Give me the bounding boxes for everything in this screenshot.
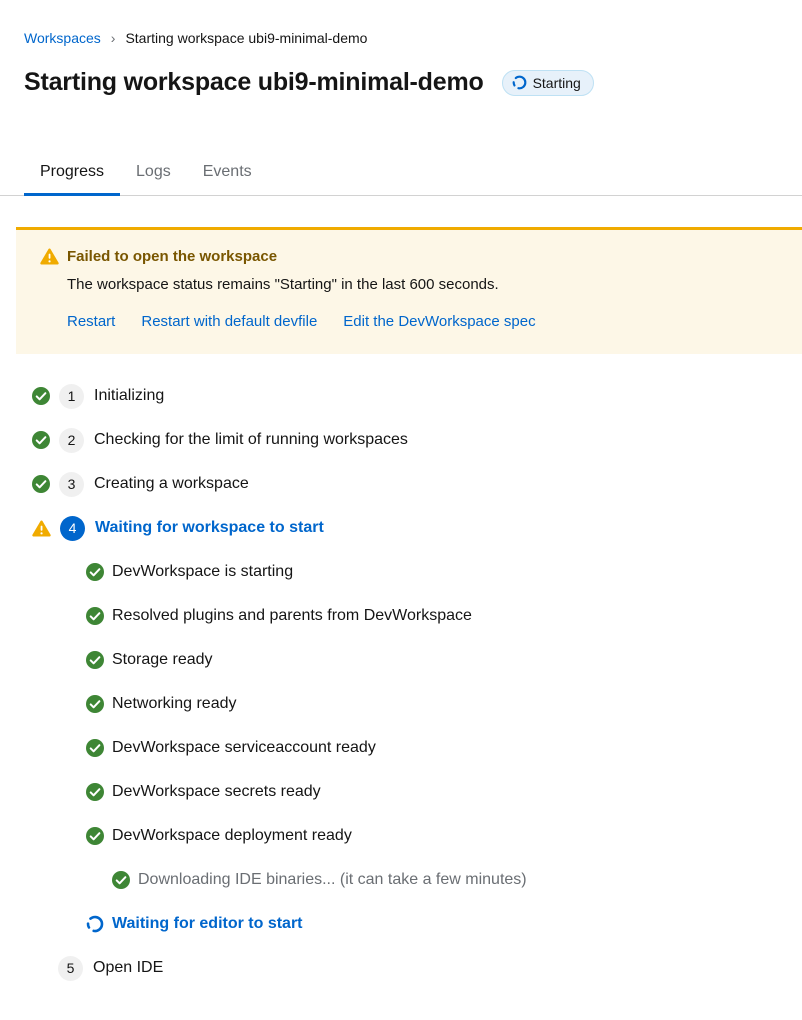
step-label: DevWorkspace serviceaccount ready xyxy=(112,739,376,757)
check-circle-icon xyxy=(86,827,104,845)
step-label: Initializing xyxy=(94,387,164,405)
progress-substep-serviceaccount-ready: DevWorkspace serviceaccount ready xyxy=(0,726,802,770)
tab-progress[interactable]: Progress xyxy=(24,153,120,195)
step-label: DevWorkspace secrets ready xyxy=(112,783,321,801)
step-number-badge: 2 xyxy=(59,428,84,453)
alert-description: The workspace status remains "Starting" … xyxy=(67,276,778,293)
check-circle-icon xyxy=(86,783,104,801)
restart-default-devfile-link[interactable]: Restart with default devfile xyxy=(141,313,317,330)
in-progress-icon xyxy=(512,75,527,90)
check-circle-icon xyxy=(86,739,104,757)
step-label: Networking ready xyxy=(112,695,237,713)
step-label: Downloading IDE binaries... (it can take… xyxy=(138,871,527,889)
check-circle-icon xyxy=(86,563,104,581)
progress-step-list: 1 Initializing 2 Checking for the limit … xyxy=(0,374,802,990)
edit-devworkspace-spec-link[interactable]: Edit the DevWorkspace spec xyxy=(343,313,535,330)
progress-substep-devworkspace-starting: DevWorkspace is starting xyxy=(0,550,802,594)
step-number-badge: 5 xyxy=(58,956,83,981)
step-label: Waiting for workspace to start xyxy=(95,519,324,537)
alert-title: Failed to open the workspace xyxy=(67,248,277,265)
check-circle-icon xyxy=(112,871,130,889)
progress-substep-waiting-editor-start: Waiting for editor to start xyxy=(0,902,802,946)
progress-substep-resolved-plugins: Resolved plugins and parents from DevWor… xyxy=(0,594,802,638)
step-number-badge: 1 xyxy=(59,384,84,409)
step-number-badge: 3 xyxy=(59,472,84,497)
tab-logs[interactable]: Logs xyxy=(120,153,187,195)
breadcrumb: Workspaces › Starting workspace ubi9-min… xyxy=(0,0,802,46)
step-label: Waiting for editor to start xyxy=(112,915,303,933)
tab-bar: Progress Logs Events xyxy=(0,153,802,196)
status-badge: Starting xyxy=(502,70,594,96)
page-header: Starting workspace ubi9-minimal-demo Sta… xyxy=(24,68,778,97)
status-badge-label: Starting xyxy=(533,75,581,91)
page-title: Starting workspace ubi9-minimal-demo xyxy=(24,68,484,97)
check-circle-icon xyxy=(32,431,50,449)
check-circle-icon xyxy=(86,651,104,669)
warning-triangle-icon xyxy=(40,248,59,265)
restart-link[interactable]: Restart xyxy=(67,313,115,330)
progress-step-creating-workspace: 3 Creating a workspace xyxy=(0,462,802,506)
alert-actions: Restart Restart with default devfile Edi… xyxy=(67,313,778,330)
progress-substep-storage-ready: Storage ready xyxy=(0,638,802,682)
progress-substep-secrets-ready: DevWorkspace secrets ready xyxy=(0,770,802,814)
progress-step-limit-check: 2 Checking for the limit of running work… xyxy=(0,418,802,462)
step-label: Storage ready xyxy=(112,651,213,669)
step-label: DevWorkspace deployment ready xyxy=(112,827,352,845)
step-label: DevWorkspace is starting xyxy=(112,563,293,581)
warning-triangle-icon xyxy=(32,520,51,537)
in-progress-icon xyxy=(86,915,104,933)
progress-substep-deployment-ready: DevWorkspace deployment ready xyxy=(0,814,802,858)
progress-step-initializing: 1 Initializing xyxy=(0,374,802,418)
tab-events[interactable]: Events xyxy=(187,153,268,195)
breadcrumb-current-item: Starting workspace ubi9-minimal-demo xyxy=(125,30,367,46)
breadcrumb-link-workspaces[interactable]: Workspaces xyxy=(24,30,101,46)
progress-substep-downloading-ide-binaries: Downloading IDE binaries... (it can take… xyxy=(0,858,802,902)
step-label: Open IDE xyxy=(93,959,163,977)
step-number-badge: 4 xyxy=(60,516,85,541)
check-circle-icon xyxy=(32,475,50,493)
check-circle-icon xyxy=(86,607,104,625)
check-circle-icon xyxy=(32,387,50,405)
step-label: Checking for the limit of running worksp… xyxy=(94,431,408,449)
progress-step-open-ide: 5 Open IDE xyxy=(0,946,802,990)
breadcrumb-separator-icon: › xyxy=(111,30,116,46)
progress-step-waiting-workspace-start: 4 Waiting for workspace to start xyxy=(0,506,802,550)
progress-substep-networking-ready: Networking ready xyxy=(0,682,802,726)
check-circle-icon xyxy=(86,695,104,713)
step-label: Resolved plugins and parents from DevWor… xyxy=(112,607,472,625)
step-label: Creating a workspace xyxy=(94,475,249,493)
warning-alert: Failed to open the workspace The workspa… xyxy=(16,227,802,354)
